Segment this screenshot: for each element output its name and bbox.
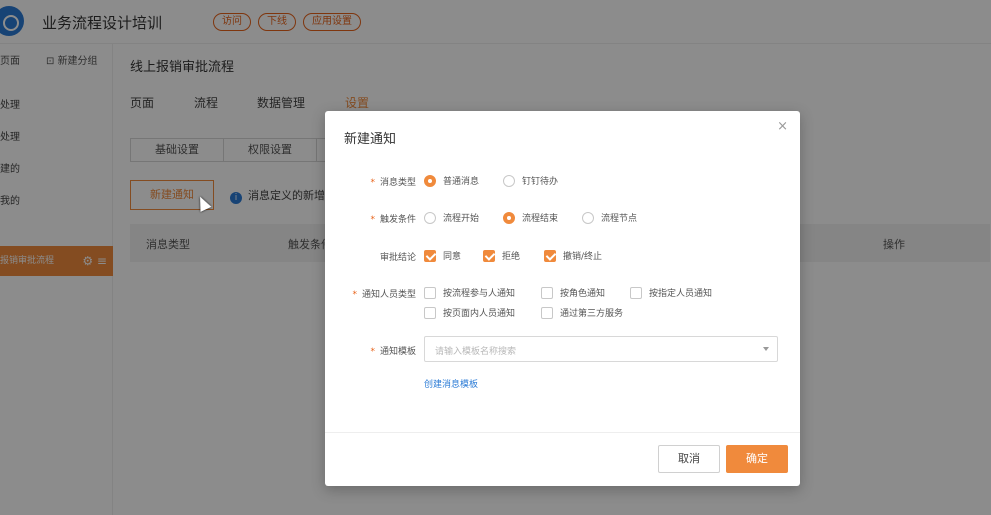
checkbox-checked-icon [544, 249, 556, 262]
cancel-button[interactable]: 取消 [658, 445, 720, 473]
radio-dingtalk-todo[interactable]: 钉钉待办 [503, 174, 558, 187]
radio-checked-icon [503, 211, 515, 224]
footer-divider [325, 432, 800, 433]
template-select[interactable]: 请输入模板名称搜索 [424, 336, 778, 362]
radio-process-node[interactable]: 流程节点 [582, 211, 637, 224]
checkbox-unchecked-icon [630, 286, 642, 299]
radio-unchecked-icon [503, 174, 515, 187]
checkbox-by-role[interactable]: 按角色通知 [541, 286, 605, 299]
approval-result-label: 审批结论 [379, 253, 416, 263]
confirm-button[interactable]: 确定 [726, 445, 788, 473]
checkbox-revoke-terminate[interactable]: 撤销/终止 [544, 249, 602, 262]
template-placeholder: 请输入模板名称搜索 [435, 347, 517, 357]
checkbox-unchecked-icon [424, 286, 436, 299]
checkbox-unchecked-icon [541, 286, 553, 299]
dialog-title: 新建通知 [344, 132, 397, 147]
checkbox-approve[interactable]: 同意 [424, 249, 461, 262]
chevron-down-icon [763, 347, 769, 351]
radio-process-start[interactable]: 流程开始 [424, 211, 479, 224]
radio-unchecked-icon [424, 211, 436, 224]
checkbox-specified-person[interactable]: 按指定人员通知 [630, 286, 712, 299]
new-notification-dialog: 新建通知 × * 消息类型 普通消息 钉钉待办 * 触发条件 流程开始 流程结束 流… [325, 111, 800, 486]
checkbox-reject[interactable]: 拒绝 [483, 249, 520, 262]
message-type-label: * 消息类型 [370, 178, 416, 188]
radio-unchecked-icon [582, 211, 594, 224]
create-template-link[interactable]: 创建消息模板 [424, 377, 478, 390]
checkbox-page-person[interactable]: 按页面内人员通知 [424, 306, 515, 319]
checkbox-unchecked-icon [424, 306, 436, 319]
checkbox-process-participants[interactable]: 按流程参与人通知 [424, 286, 515, 299]
radio-process-end[interactable]: 流程结束 [503, 211, 558, 224]
recipient-type-label: * 通知人员类型 [352, 290, 416, 300]
trigger-label: * 触发条件 [370, 215, 416, 225]
radio-normal-message[interactable]: 普通消息 [424, 174, 479, 187]
checkbox-unchecked-icon [541, 306, 553, 319]
checkbox-checked-icon [424, 249, 436, 262]
close-icon[interactable]: × [777, 119, 788, 134]
template-label: * 通知模板 [370, 347, 416, 357]
checkbox-third-party[interactable]: 通过第三方服务 [541, 306, 623, 319]
checkbox-checked-icon [483, 249, 495, 262]
radio-checked-icon [424, 174, 436, 187]
